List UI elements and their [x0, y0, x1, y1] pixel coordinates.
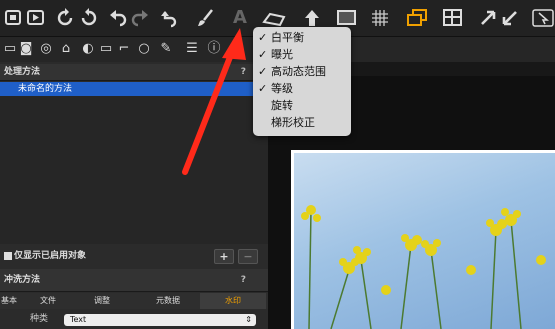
export-icon[interactable] — [26, 8, 46, 28]
lens-icon[interactable]: ▭ — [98, 41, 114, 57]
menu-item-label: 白平衡 — [271, 31, 304, 44]
camera-import-icon[interactable] — [4, 8, 24, 28]
tab-adjust[interactable]: 调整 — [84, 293, 120, 309]
metadata-icon[interactable]: ☰ — [184, 41, 200, 57]
tab-watermark[interactable]: 水印 — [200, 293, 266, 309]
camera-icon[interactable]: ◙ — [18, 41, 34, 57]
remove-button[interactable]: − — [238, 249, 258, 264]
develop-panel-title: 冲洗方法 — [4, 275, 41, 285]
crop-icon[interactable] — [336, 8, 356, 28]
brush-icon[interactable] — [196, 8, 216, 28]
process-panel-title: 处理方法 — [4, 67, 41, 77]
check-mark-icon: ✓ — [258, 65, 268, 78]
picker-icon[interactable]: ✎ — [158, 41, 174, 57]
kind-label: 种类 — [30, 314, 49, 324]
grid-icon[interactable] — [370, 8, 390, 28]
tab-file[interactable]: 文件 — [30, 293, 66, 309]
kind-select-value: Text — [70, 315, 87, 324]
pointer-icon[interactable] — [532, 8, 554, 28]
reset-icon[interactable] — [160, 8, 180, 28]
rotate-left-icon[interactable] — [56, 8, 76, 28]
menu-item-label: 等级 — [271, 82, 293, 95]
menu-item-label: 高动态范围 — [271, 65, 326, 78]
upload-icon[interactable] — [302, 8, 322, 28]
menu-item-label: 旋转 — [271, 99, 293, 112]
kind-row: 种类 Text ⇕ — [0, 309, 268, 329]
list-item[interactable]: 未命名的方法 — [0, 82, 268, 96]
arrow-icon[interactable] — [500, 8, 520, 28]
tab-basic[interactable]: 基本 — [0, 293, 24, 309]
process-list — [0, 96, 268, 244]
rapeseed-flowers-image — [301, 205, 546, 329]
library-icon[interactable]: ⌂ — [58, 41, 74, 57]
develop-tabs: 基本 文件 调整 元数据 水印 — [0, 293, 268, 309]
photo-preview[interactable] — [291, 150, 555, 329]
check-mark-icon: ✓ — [258, 82, 268, 95]
check-mark-icon: ✓ — [258, 31, 268, 44]
help-icon[interactable]: ? — [241, 269, 246, 291]
list-item-label: 未命名的方法 — [18, 84, 73, 94]
help-icon[interactable]: ? — [241, 64, 246, 80]
process-panel-header: 处理方法 ? — [0, 64, 268, 81]
kind-select[interactable]: Text ⇕ — [64, 314, 256, 326]
crop-tool-icon[interactable]: ⌐ — [116, 41, 132, 57]
cursor-icon[interactable] — [478, 8, 498, 28]
chevron-updown-icon: ⇕ — [245, 315, 252, 324]
folder-icon[interactable]: ▭ — [2, 41, 18, 57]
show-only-label: 仅显示已启用对象 — [14, 251, 87, 261]
add-button[interactable]: + — [214, 249, 234, 264]
adjustments-dropdown-menu: ✓ 白平衡 ✓ 曝光 ✓ 高动态范围 ✓ 等级 旋转 梯形校正 — [253, 27, 351, 136]
develop-panel-header: 冲洗方法 ? — [0, 269, 268, 292]
overlay-icon[interactable] — [406, 8, 427, 28]
show-only-enabled-row: 仅显示已启用对象 + − — [0, 244, 268, 268]
show-only-checkbox[interactable] — [4, 252, 12, 260]
menu-item-label: 曝光 — [271, 48, 293, 61]
menu-item-label: 梯形校正 — [271, 116, 315, 129]
redo-icon[interactable] — [130, 8, 150, 28]
color-icon[interactable]: ◐ — [80, 41, 96, 57]
layout-icon[interactable] — [442, 8, 462, 28]
tab-metadata[interactable]: 元数据 — [146, 293, 190, 309]
capture-icon[interactable]: ◎ — [38, 41, 54, 57]
undo-icon[interactable] — [108, 8, 128, 28]
check-mark-icon: ✓ — [258, 48, 268, 61]
keystone-icon[interactable] — [262, 8, 286, 28]
info-icon[interactable]: ⓘ — [206, 41, 222, 57]
rotate-right-icon[interactable] — [78, 8, 98, 28]
search-icon[interactable]: ○ — [136, 41, 152, 57]
text-icon[interactable]: A — [230, 8, 250, 28]
